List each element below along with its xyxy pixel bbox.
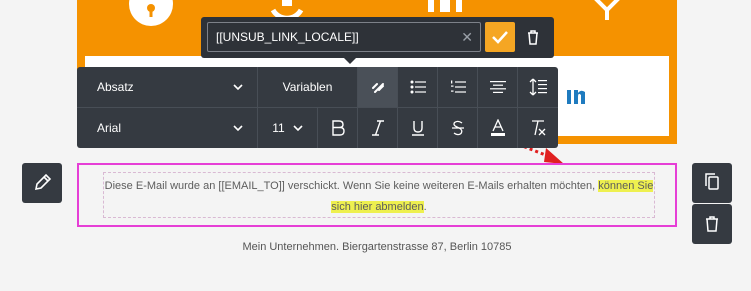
footer-address: Mein Unternehmen. Biergartenstrasse 87, … bbox=[242, 241, 512, 253]
box-icon bbox=[585, 0, 629, 20]
clear-format-icon bbox=[532, 120, 546, 136]
align-center-icon bbox=[489, 81, 506, 93]
unordered-list-button[interactable] bbox=[398, 67, 438, 108]
checkmark-icon bbox=[492, 31, 508, 44]
formatting-toolbar: Absatz Variablen Arial 11 bbox=[77, 67, 558, 148]
text-block-selected[interactable]: Diese E-Mail wurde an [[EMAIL_TO]] versc… bbox=[77, 163, 677, 227]
link-url-value: [[UNSUB_LINK_LOCALE]] bbox=[216, 30, 359, 44]
bold-button[interactable] bbox=[318, 108, 358, 148]
trash-icon bbox=[528, 30, 538, 45]
link-button[interactable] bbox=[358, 67, 398, 108]
confirm-link-button[interactable] bbox=[485, 22, 515, 52]
line-height-button[interactable] bbox=[518, 67, 558, 108]
linkedin-icon bbox=[566, 85, 588, 107]
unsubscribe-link-text-cont[interactable]: sich hier abmelden bbox=[331, 201, 424, 213]
trash-icon bbox=[706, 216, 718, 232]
text-editor-area[interactable]: Diese E-Mail wurde an [[EMAIL_TO]] versc… bbox=[103, 172, 655, 218]
unsubscribe-link-text[interactable]: können Sie bbox=[598, 180, 654, 192]
popup-pointer bbox=[343, 57, 357, 64]
text-line-2: sich hier abmelden. bbox=[104, 201, 654, 213]
close-icon[interactable]: ✕ bbox=[461, 29, 473, 45]
link-edit-popup: [[UNSUB_LINK_LOCALE]] ✕ bbox=[201, 17, 554, 58]
paragraph-format-select[interactable]: Absatz bbox=[77, 67, 258, 108]
body-text-end: . bbox=[423, 201, 427, 213]
link-url-input[interactable]: [[UNSUB_LINK_LOCALE]] ✕ bbox=[207, 22, 481, 52]
font-size-select[interactable]: 11 bbox=[258, 108, 318, 148]
font-size-label: 11 bbox=[272, 121, 285, 135]
text-color-button[interactable] bbox=[478, 108, 518, 148]
strikethrough-icon bbox=[451, 120, 464, 136]
variables-label: Variablen bbox=[282, 80, 333, 94]
text-line-1: Diese E-Mail wurde an [[EMAIL_TO]] versc… bbox=[104, 180, 654, 192]
chevron-down-icon bbox=[233, 125, 243, 132]
chevron-down-icon bbox=[293, 125, 303, 132]
remove-link-button[interactable] bbox=[521, 26, 545, 50]
align-button[interactable] bbox=[478, 67, 518, 108]
underline-icon bbox=[411, 121, 424, 136]
keyhole-icon bbox=[129, 0, 173, 26]
ordered-list-icon bbox=[450, 80, 466, 93]
bold-icon bbox=[331, 120, 345, 136]
copy-icon bbox=[705, 173, 719, 190]
variables-button[interactable]: Variablen bbox=[258, 67, 358, 108]
duplicate-block-button[interactable] bbox=[692, 163, 732, 203]
link-icon bbox=[371, 83, 384, 93]
italic-icon bbox=[371, 120, 384, 136]
unordered-list-icon bbox=[410, 80, 426, 94]
strikethrough-button[interactable] bbox=[438, 108, 478, 148]
text-color-icon bbox=[490, 119, 505, 136]
italic-button[interactable] bbox=[358, 108, 398, 148]
chevron-down-icon bbox=[233, 84, 243, 91]
delete-block-button[interactable] bbox=[692, 204, 732, 244]
document-icon bbox=[424, 0, 468, 18]
edit-block-button[interactable] bbox=[22, 163, 62, 203]
paragraph-format-label: Absatz bbox=[97, 80, 134, 94]
underline-button[interactable] bbox=[398, 108, 438, 148]
ordered-list-button[interactable] bbox=[438, 67, 478, 108]
line-height-icon bbox=[529, 78, 547, 96]
clear-format-button[interactable] bbox=[518, 108, 558, 148]
font-family-select[interactable]: Arial bbox=[77, 108, 258, 148]
pencil-icon bbox=[34, 173, 52, 191]
font-family-label: Arial bbox=[97, 121, 122, 135]
body-text: Diese E-Mail wurde an [[EMAIL_TO]] versc… bbox=[104, 180, 596, 192]
